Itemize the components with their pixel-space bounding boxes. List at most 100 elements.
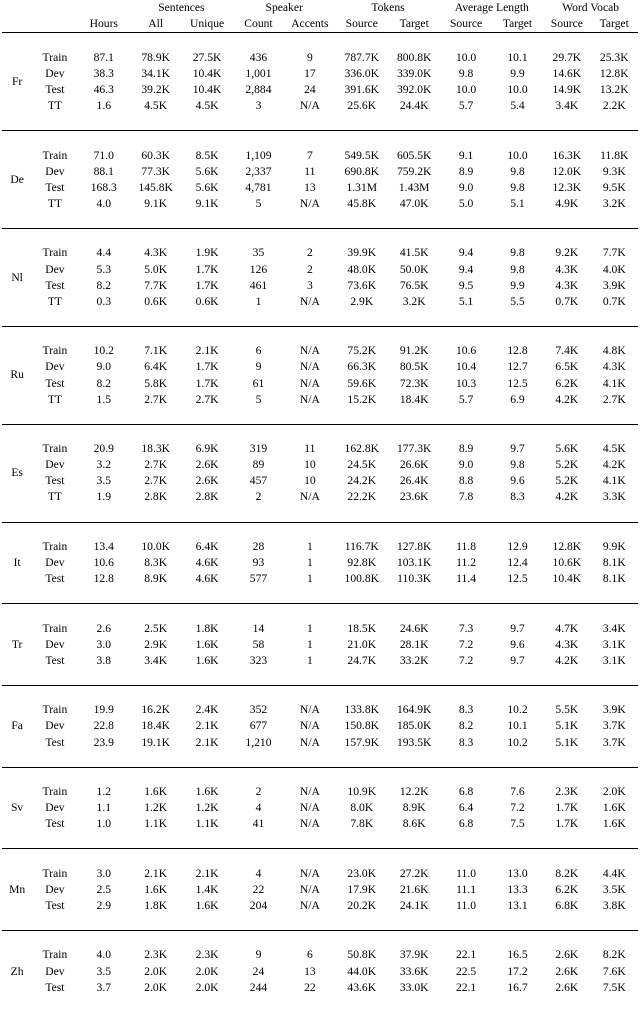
tokens-target: 28.1K bbox=[399, 637, 429, 651]
table-row[interactable]: TT 4.0 9.1K 9.1K 5 N/A 45.8K 47.0K 5.0 5.1 4.9K 3.2… bbox=[2, 196, 638, 212]
avglen-source: 8.2 bbox=[458, 719, 474, 733]
avglen-target: 7.6 bbox=[510, 785, 525, 799]
table-row[interactable]: TT 1.9 2.8K 2.8K 2 N/A 22.2K 23.6K 7.8 8.3 4.2K 3.3… bbox=[2, 489, 638, 505]
table-row[interactable]: Sv Train 1.2 1.6K 1.6K 2 N/A 10.9K 12.2K 6.8 7.6 2.… bbox=[2, 784, 638, 814]
table-row[interactable]: Dev 9.0 6.4K 1.7K 9 N/A 66.3K 80.5K 10.4 12.7 6.5K… bbox=[2, 359, 638, 375]
group-separator bbox=[2, 668, 638, 686]
spacer-cell bbox=[543, 33, 590, 50]
table-row[interactable]: TT 0.3 0.6K 0.6K 1 N/A 2.9K 3.2K 5.1 5.5 0.7K 0.7K bbox=[2, 294, 638, 310]
table-row[interactable]: Dev 2.5 1.6K 1.4K 22 N/A 17.9K 21.6K 11.1 13.3 6.2… bbox=[2, 882, 638, 898]
separator-cell bbox=[2, 750, 33, 768]
table-row[interactable]: Test 8.2 5.8K 1.7K 61 N/A 59.6K 72.3K 10.3 12.5 6.… bbox=[2, 375, 638, 391]
speaker-count: 2,884 bbox=[245, 82, 272, 96]
hours-value: 20.9 bbox=[93, 442, 114, 456]
table-row[interactable]: Tr Train 2.6 2.5K 1.8K 14 1 18.5K 24.6K 7.3 9.7 4.7… bbox=[2, 620, 638, 650]
tokens-source: 336.0K bbox=[344, 66, 379, 80]
sentences-all: 5.8K bbox=[144, 376, 168, 390]
split-label: Test bbox=[45, 735, 65, 749]
sentences-unique: 2.1K bbox=[195, 866, 219, 880]
table-row[interactable]: Fa Train 19.9 16.2K 2.4K 352 N/A 133.8K 164.9K 8.… bbox=[2, 702, 638, 732]
table-row[interactable]: Nl Train 4.4 4.3K 1.9K 35 2 39.9K 41.5K 9.4 9.8 9.2… bbox=[2, 245, 638, 283]
table-row[interactable]: Test 3.8 3.4K 1.6K 323 1 24.7K 33.2K 7.2 9.7 4.2K 3… bbox=[2, 653, 638, 669]
spacer-cell bbox=[233, 522, 284, 539]
table-row[interactable]: Dev 1.1 1.2K 1.2K 4 N/A 8.0K 8.9K 6.4 7.2 1.7K 1.6K bbox=[2, 800, 638, 816]
separator-cell bbox=[335, 913, 388, 932]
table-row[interactable]: Test 168.3 145.8K 5.6K 4,781 13 1.31M 1.43M 9.0 9… bbox=[2, 180, 638, 196]
statistics-table-container: Sentences Speaker Tokens Average Length … bbox=[0, 0, 640, 993]
spacer-cell bbox=[591, 424, 638, 441]
table-row[interactable]: Es Train 20.9 18.3K 6.9K 319 11 162.8K 177.3K 8.9… bbox=[2, 441, 638, 479]
hours-value: 88.1 bbox=[93, 164, 114, 178]
header-vocab-source: Source bbox=[543, 16, 591, 34]
tokens-target: 27.2K bbox=[399, 866, 429, 880]
avglen-source: 22.5 bbox=[455, 964, 477, 978]
tokens-source: 690.8K bbox=[344, 164, 379, 178]
table-row[interactable]: Dev 3.0 2.9K 1.6K 58 1 21.0K 28.1K 7.2 9.6 4.3K 3.1… bbox=[2, 636, 638, 652]
spacer-cell bbox=[591, 931, 638, 948]
table-row[interactable]: TT 1.5 2.7K 2.7K 5 N/A 15.2K 18.4K 5.7 6.9 4.2K 2.7… bbox=[2, 391, 638, 407]
sentences-all: 8.3K bbox=[144, 556, 168, 570]
table-row[interactable]: Test 3.7 2.0K 2.0K 244 22 43.6K 33.0K 22.1 16.7 2.… bbox=[2, 979, 638, 995]
table-row[interactable]: TT 1.6 4.5K 4.5K 3 N/A 25.6K 24.4K 5.7 5.4 3.4K 2.2… bbox=[2, 98, 638, 114]
table-row[interactable]: Ru Train 10.2 7.1K 2.1K 6 N/A 75.2K 91.2K 10.6 12.… bbox=[2, 343, 638, 381]
vocab-source: 4.3K bbox=[555, 637, 579, 651]
table-row[interactable]: Fr Train 87.1 78.9K 27.5K 436 9 787.7K 800.8K 10.… bbox=[2, 49, 638, 87]
table-row[interactable]: Dev 3.5 2.0K 2.0K 24 13 44.0K 33.6K 22.5 17.2 2.6K… bbox=[2, 963, 638, 979]
table-row[interactable]: Dev 5.3 5.0K 1.7K 126 2 48.0K 50.0K 9.4 9.8 4.3K 4.… bbox=[2, 261, 638, 277]
vocab-target: 4.1K bbox=[602, 376, 626, 390]
table-row[interactable]: Dev 3.2 2.7K 2.6K 89 10 24.5K 26.6K 9.0 9.8 5.2K 4.… bbox=[2, 457, 638, 473]
avglen-source: 5.7 bbox=[458, 99, 474, 113]
spacer-cell bbox=[78, 131, 130, 148]
separator-cell bbox=[440, 913, 492, 932]
table-row[interactable]: Dev 88.1 77.3K 5.6K 2,337 11 690.8K 759.2K 8.9 9.… bbox=[2, 163, 638, 179]
sentences-unique: 4.5K bbox=[195, 99, 219, 113]
table-row[interactable]: Test 46.3 39.2K 10.4K 2,884 24 391.6K 392.0K 10.… bbox=[2, 82, 638, 98]
spacer-cell bbox=[32, 131, 77, 148]
table-row[interactable]: Test 3.5 2.7K 2.6K 457 10 24.2K 26.4K 8.8 9.6 5.2K… bbox=[2, 473, 638, 489]
vocab-target: 4.3K bbox=[602, 360, 626, 374]
hours-value: 2.9 bbox=[96, 899, 112, 912]
split-label: TT bbox=[47, 392, 62, 406]
tokens-source: 24.2K bbox=[347, 474, 377, 488]
table-row[interactable]: Test 12.8 8.9K 4.6K 577 1 100.8K 110.3K 11.4 12.5… bbox=[2, 571, 638, 587]
table-row[interactable]: Test 1.0 1.1K 1.1K 41 N/A 7.8K 8.6K 6.8 7.5 1.7K 1.… bbox=[2, 816, 638, 832]
vocab-target: 3.5K bbox=[602, 882, 626, 896]
separator-cell bbox=[2, 832, 33, 850]
speaker-accents: 11 bbox=[304, 442, 316, 456]
separator-cell bbox=[590, 505, 638, 523]
spacer-cell bbox=[388, 424, 440, 441]
table-row[interactable]: It Train 13.4 10.0K 6.4K 28 1 116.7K 127.8K 11.8 1… bbox=[2, 539, 638, 569]
vocab-source: 0.7K bbox=[555, 294, 579, 308]
table-row[interactable]: Zh Train 4.0 2.3K 2.3K 9 6 50.8K 37.9K 22.1 16.5 2.… bbox=[2, 947, 638, 977]
vocab-source: 6.5K bbox=[555, 360, 579, 374]
split-label: TT bbox=[47, 99, 62, 113]
speaker-accents: 7 bbox=[306, 148, 313, 162]
separator-cell bbox=[32, 505, 78, 523]
table-row[interactable]: Test 23.9 19.1K 2.1K 1,210 N/A 157.9K 193.5K 8.3… bbox=[2, 734, 638, 750]
table-row[interactable]: Dev 22.8 18.4K 2.1K 677 N/A 150.8K 185.0K 8.2 10.… bbox=[2, 718, 638, 734]
separator-cell bbox=[543, 750, 591, 768]
table-row[interactable]: Mn Train 3.0 2.1K 2.1K 4 N/A 23.0K 27.2K 11.0 13.0… bbox=[2, 865, 638, 895]
speaker-count: 28 bbox=[252, 539, 265, 553]
separator-cell bbox=[232, 309, 285, 327]
table-row[interactable]: Test 8.2 7.7K 1.7K 461 3 73.6K 76.5K 9.5 9.9 4.3K 3… bbox=[2, 277, 638, 293]
spacer-cell bbox=[32, 228, 77, 245]
table-row[interactable]: De Train 71.0 60.3K 8.5K 1,109 7 549.5K 605.5K 9.… bbox=[2, 147, 638, 185]
language-label: It bbox=[13, 556, 21, 570]
speaker-count: 2 bbox=[255, 490, 262, 504]
hours-value: 19.9 bbox=[93, 703, 114, 717]
vocab-source: 6.2K bbox=[555, 376, 579, 390]
language-label: Mn bbox=[9, 882, 26, 896]
hours-value: 4.0 bbox=[96, 196, 112, 210]
table-row[interactable]: Dev 10.6 8.3K 4.6K 93 1 92.8K 103.1K 11.2 12.4 10.… bbox=[2, 555, 638, 571]
vocab-source: 6.8K bbox=[555, 899, 579, 912]
spacer-cell bbox=[591, 33, 638, 50]
split-label: Train bbox=[42, 148, 68, 162]
avglen-target: 13.1 bbox=[507, 899, 528, 912]
sentences-all: 5.0K bbox=[144, 262, 168, 276]
hours-value: 4.0 bbox=[96, 948, 112, 962]
sentences-all: 10.0K bbox=[141, 539, 171, 553]
vocab-source: 4.3K bbox=[555, 262, 579, 276]
table-row[interactable]: Test 2.9 1.8K 1.6K 204 N/A 20.2K 24.1K 11.0 13.1 6… bbox=[2, 898, 638, 914]
table-row[interactable]: Dev 38.3 34.1K 10.4K 1,001 17 336.0K 339.0K 9.8 9… bbox=[2, 66, 638, 82]
